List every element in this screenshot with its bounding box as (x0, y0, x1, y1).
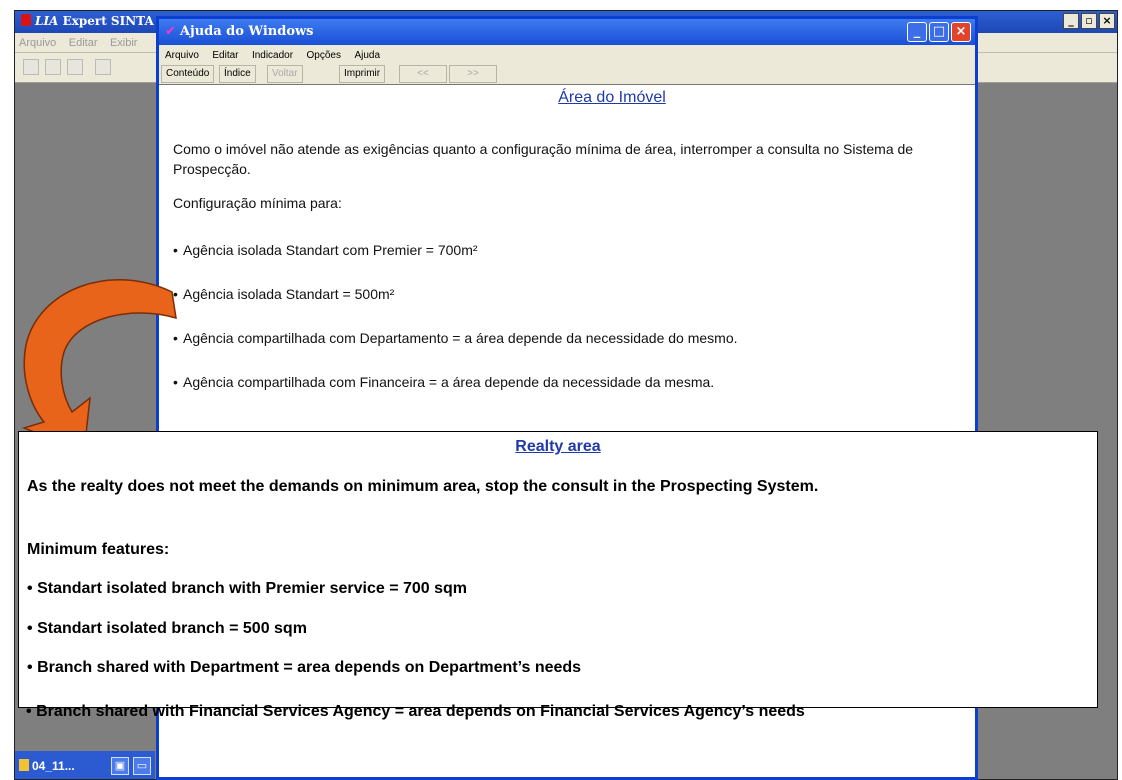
help-menu-indicador[interactable]: Indicador (252, 50, 293, 61)
bullet-glyph: • (173, 330, 178, 346)
help-topic-bullet-text: Agência isolada Standart com Premier = 7… (183, 242, 478, 258)
taskbar-item[interactable]: 04_11... (19, 759, 75, 773)
menu-arquivo[interactable]: Arquivo (19, 37, 56, 49)
translation-bullet: • Standart isolated branch with Premier … (27, 580, 1087, 597)
translation-bullet: • Branch shared with Financial Services … (26, 703, 1106, 720)
help-topic-intro: Como o imóvel não atende as exigências q… (173, 141, 914, 177)
minimize-button[interactable]: _ (1063, 13, 1079, 29)
bullet-glyph: • (173, 374, 178, 390)
restore-button[interactable]: ▫ (1081, 13, 1097, 29)
help-icon: ✔ (165, 24, 176, 39)
taskbar-item-label: 04_11... (32, 759, 75, 773)
help-window-title: ✔ Ajuda do Windows (165, 24, 314, 39)
help-window-title-text: Ajuda do Windows (179, 24, 314, 39)
translation-subhead: Minimum features: (27, 541, 170, 558)
help-menubar: Arquivo Editar Indicador Opções Ajuda (159, 45, 975, 63)
help-topic-bullet: • Agência compartilhada com Financeira = … (173, 372, 963, 392)
translation-bullet-text: Standart isolated branch with Premier se… (37, 580, 468, 597)
menu-exibir[interactable]: Exibir (110, 37, 138, 49)
background-app-window-controls: _ ▫ × (1063, 13, 1115, 29)
taskbar-app-icon (19, 759, 29, 771)
taskbar-mini-button[interactable]: ▣ (111, 757, 129, 775)
translation-bullet-text: Branch shared with Financial Services Ag… (36, 703, 805, 720)
bullet-glyph: • (27, 580, 33, 597)
help-topic-bullet: • Agência isolada Standart = 500m² (173, 284, 963, 304)
bullet-glyph: • (27, 659, 33, 676)
help-topic-subhead: Configuração mínima para: (173, 195, 342, 211)
app-title-text: Expert SINTA (62, 14, 154, 28)
translation-bullet-text: Standart isolated branch = 500 sqm (37, 620, 307, 637)
save-icon[interactable] (67, 59, 83, 75)
help-menu-ajuda[interactable]: Ajuda (354, 50, 380, 61)
print-icon[interactable] (95, 59, 111, 75)
bullet-glyph: • (173, 286, 178, 302)
voltar-button[interactable]: Voltar (267, 65, 303, 83)
bullet-glyph: • (173, 242, 178, 258)
help-menu-editar[interactable]: Editar (212, 50, 238, 61)
translation-title: Realty area (515, 438, 601, 455)
menu-editar[interactable]: Editar (69, 37, 98, 49)
translation-bullet-text: Branch shared with Department = area dep… (37, 659, 582, 676)
imprimir-button[interactable]: Imprimir (339, 65, 386, 83)
translation-intro: As the realty does not meet the demands … (27, 478, 819, 495)
history-forward-button[interactable]: >> (449, 65, 497, 83)
help-minimize-button[interactable]: _ (907, 22, 927, 42)
help-menu-arquivo[interactable]: Arquivo (165, 50, 199, 61)
translation-overlay: Realty area As the realty does not meet … (18, 431, 1098, 708)
bullet-glyph: • (27, 620, 33, 637)
help-window-controls: _ □ × (907, 22, 971, 42)
help-topic-title: Área do Imóvel (558, 89, 666, 106)
help-topic-bullet-text: Agência compartilhada com Departamento =… (183, 330, 738, 346)
close-button[interactable]: × (1099, 13, 1115, 29)
conteudo-tab-button[interactable]: Conteúdo (161, 65, 215, 83)
bullet-glyph: • (26, 703, 32, 720)
new-document-icon[interactable] (23, 59, 39, 75)
help-window-titlebar: ✔ Ajuda do Windows _ □ × (159, 19, 975, 45)
translation-bullet: • Branch shared with Department = area d… (27, 659, 1087, 676)
taskbar-mini-button[interactable]: ▭ (133, 757, 151, 775)
indice-tab-button[interactable]: Índice (219, 65, 256, 83)
app-title-prefix: LIA (35, 14, 59, 28)
help-menu-opcoes[interactable]: Opções (307, 50, 341, 61)
help-toolbar: Conteúdo Índice Voltar Imprimir << >> (159, 63, 975, 85)
help-close-button[interactable]: × (951, 22, 971, 42)
history-back-button[interactable]: << (399, 65, 447, 83)
help-topic-bullet-text: Agência compartilhada com Financeira = a… (183, 374, 715, 390)
app-logo-icon (21, 14, 31, 26)
taskbar-group: 04_11... ▣ ▭ (15, 751, 155, 779)
open-folder-icon[interactable] (45, 59, 61, 75)
help-topic-bullet-text: Agência isolada Standart = 500m² (183, 286, 395, 302)
background-app-title: LIA Expert SINTA (21, 14, 154, 28)
help-maximize-button[interactable]: □ (929, 22, 949, 42)
translation-bullet: • Standart isolated branch = 500 sqm (27, 620, 1087, 637)
help-topic-bullet: • Agência isolada Standart com Premier = … (173, 240, 963, 260)
help-topic-bullet: • Agência compartilhada com Departamento … (173, 328, 963, 348)
